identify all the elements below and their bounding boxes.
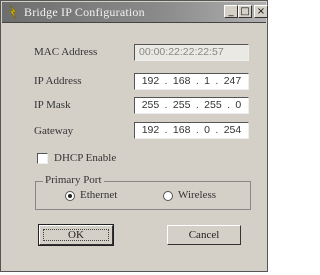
ip-dot: . xyxy=(164,99,168,111)
close-icon: × xyxy=(256,6,266,17)
gateway-octet-1[interactable]: 192 xyxy=(142,123,160,138)
gateway-octet-2[interactable]: 168 xyxy=(173,123,191,138)
mask-octet-2[interactable]: 255 xyxy=(173,98,191,113)
ip-dot: . xyxy=(215,124,219,136)
ip-octet-3[interactable]: 1 xyxy=(204,74,210,89)
ethernet-radio[interactable] xyxy=(65,191,75,201)
ethernet-label[interactable]: Ethernet xyxy=(80,189,117,201)
gateway-octet-4[interactable]: 254 xyxy=(224,123,242,138)
ip-dot: . xyxy=(195,124,199,136)
mask-octet-1[interactable]: 255 xyxy=(142,98,160,113)
close-button[interactable]: × xyxy=(254,5,268,18)
ip-address-label: IP Address xyxy=(34,75,82,87)
gateway-label: Gateway xyxy=(34,125,74,137)
ok-button[interactable]: OK xyxy=(38,224,114,246)
ip-dot: . xyxy=(215,75,219,87)
mask-octet-3[interactable]: 255 xyxy=(204,98,222,113)
ip-dot: . xyxy=(227,99,230,111)
minimize-icon: _ xyxy=(228,6,234,17)
dialog-window: Bridge IP Configuration _ □ × MAC Addres… xyxy=(0,0,268,272)
mask-octet-4[interactable]: 0 xyxy=(235,98,241,113)
wireless-radio[interactable] xyxy=(163,191,173,201)
maximize-icon: □ xyxy=(240,6,250,17)
cancel-button-label: Cancel xyxy=(188,229,220,241)
ip-octet-1[interactable]: 192 xyxy=(142,74,160,89)
ip-mask-label: IP Mask xyxy=(34,99,71,111)
window-title: Bridge IP Configuration xyxy=(24,5,145,19)
primary-port-legend: Primary Port xyxy=(43,174,104,186)
app-icon xyxy=(9,5,17,19)
gateway-field[interactable]: 192 . 168 . 0 . 254 xyxy=(134,122,249,139)
ip-octet-4[interactable]: 247 xyxy=(224,74,242,89)
mac-address-label: MAC Address xyxy=(34,46,98,58)
ip-dot: . xyxy=(195,75,199,87)
focus-ring xyxy=(43,229,109,241)
gateway-octet-3[interactable]: 0 xyxy=(204,123,210,138)
mac-address-field: 00:00:22:22:22:57 xyxy=(134,44,249,61)
minimize-button[interactable]: _ xyxy=(224,5,238,18)
ip-octet-2[interactable]: 168 xyxy=(173,74,191,89)
dhcp-checkbox[interactable] xyxy=(37,153,48,164)
maximize-button[interactable]: □ xyxy=(238,5,252,18)
wireless-label[interactable]: Wireless xyxy=(178,189,216,201)
dhcp-label[interactable]: DHCP Enable xyxy=(54,152,116,164)
ip-dot: . xyxy=(195,99,199,111)
title-bar[interactable]: Bridge IP Configuration _ □ × xyxy=(2,2,268,23)
cancel-button[interactable]: Cancel xyxy=(167,225,241,245)
ip-dot: . xyxy=(164,75,168,87)
ip-address-field[interactable]: 192 . 168 . 1 . 247 xyxy=(134,73,249,90)
ip-dot: . xyxy=(164,124,168,136)
ip-mask-field[interactable]: 255 . 255 . 255 . 0 xyxy=(134,97,249,114)
